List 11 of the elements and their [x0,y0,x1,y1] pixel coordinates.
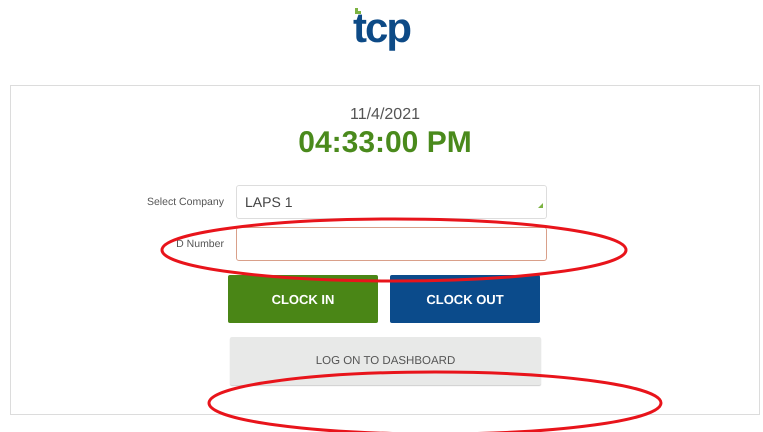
clock-in-button[interactable]: CLOCK IN [228,275,378,323]
date-text: 11/4/2021 [350,106,420,124]
time-text: 04:33:00 PM [298,126,472,160]
company-dropdown[interactable]: LAPS 1 [236,185,547,219]
dropdown-arrow-icon [538,203,543,208]
dashboard-button[interactable]: LOG ON TO DASHBOARD [230,337,541,385]
id-number-field[interactable] [236,227,547,261]
field-label: D Number [176,238,224,250]
clock-out-button[interactable]: CLOCK OUT [390,275,540,323]
logo-accent-icon [355,8,361,14]
field-label: Select Company [146,196,224,208]
